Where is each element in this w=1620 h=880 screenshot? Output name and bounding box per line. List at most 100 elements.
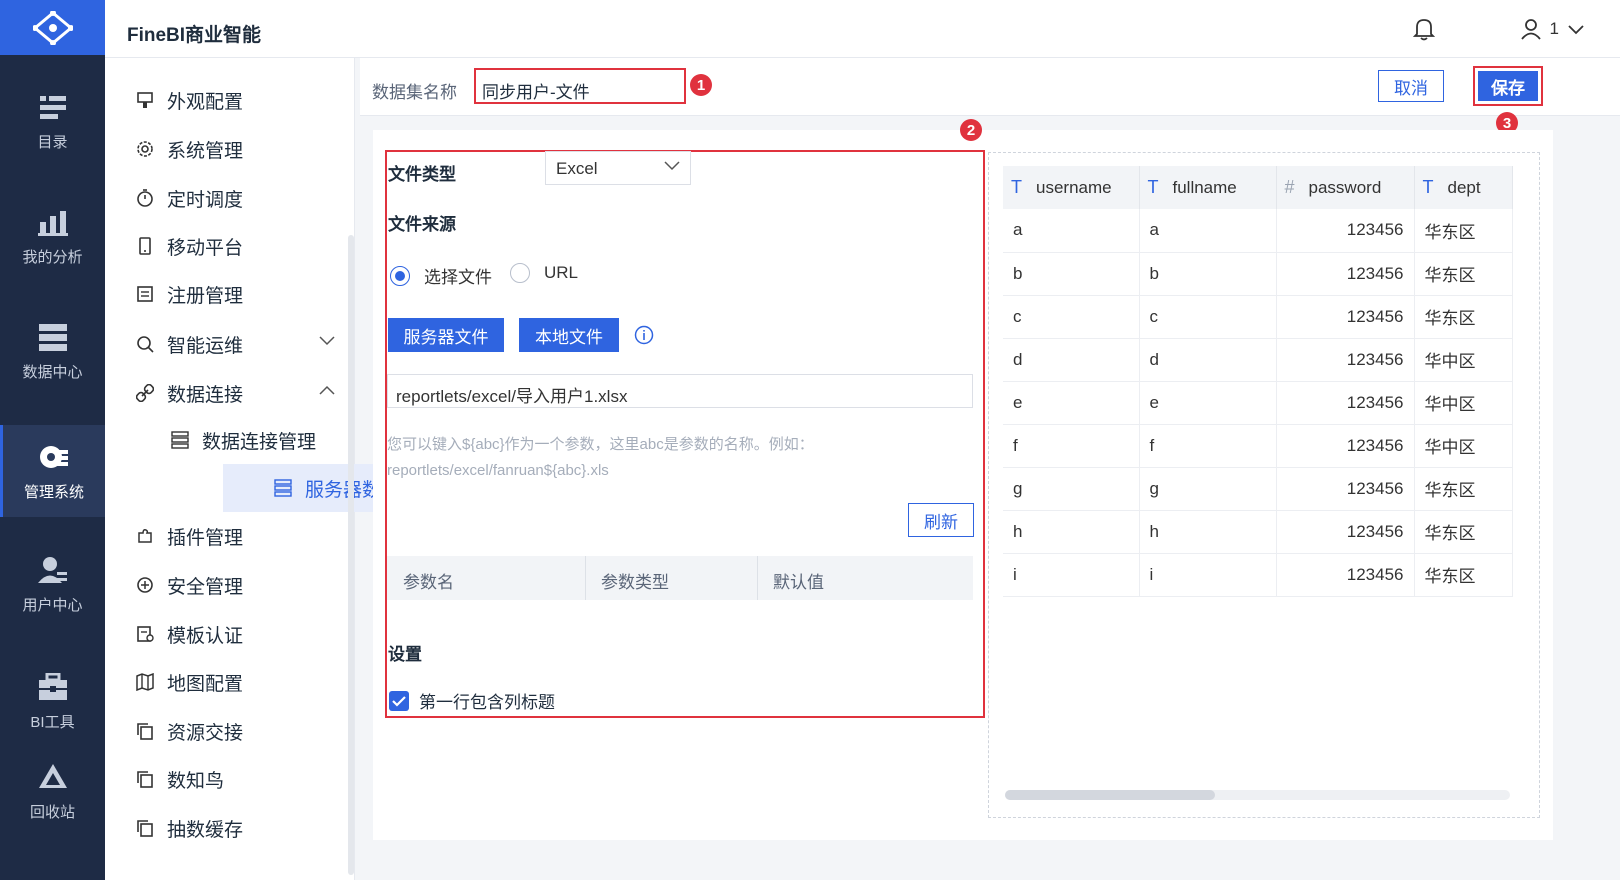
submenu-label: 系统管理 bbox=[167, 140, 244, 162]
finebi-logo[interactable] bbox=[0, 0, 105, 55]
certificate-icon bbox=[135, 624, 155, 644]
file-source-label: 文件来源 bbox=[388, 215, 456, 234]
notification-bell-icon[interactable] bbox=[1412, 17, 1436, 46]
number-type-icon: # bbox=[1284, 177, 1295, 197]
table-row[interactable]: f f 123456 华中区 bbox=[1003, 424, 1513, 468]
file-type-select[interactable]: Excel bbox=[545, 151, 691, 185]
file-path-input[interactable]: reportlets/excel/导入用户1.xlsx bbox=[387, 374, 973, 408]
table-cell-password: 123456 bbox=[1276, 510, 1415, 554]
cancel-button[interactable]: 取消 bbox=[1378, 70, 1444, 102]
table-cell-username: d bbox=[1003, 338, 1140, 382]
table-cell-fullname: g bbox=[1139, 467, 1277, 511]
table-cell-username: c bbox=[1003, 295, 1140, 339]
save-button[interactable]: 保存 bbox=[1478, 71, 1538, 101]
file-type-value: Excel bbox=[556, 159, 598, 178]
data-center-icon bbox=[37, 321, 69, 353]
nav-label: 回收站 bbox=[29, 803, 75, 821]
table-row[interactable]: a a 123456 华东区 bbox=[1003, 209, 1513, 253]
table-cell-dept: 华中区 bbox=[1414, 338, 1513, 382]
submenu-label: 智能运维 bbox=[167, 335, 244, 357]
save-button-highlight: 保存 bbox=[1473, 66, 1543, 106]
nav-label: 管理系统 bbox=[23, 483, 84, 501]
submenu-item-appearance[interactable]: 外观配置 bbox=[135, 80, 335, 120]
submenu-label: 安全管理 bbox=[167, 576, 244, 598]
submenu-label: 抽数缓存 bbox=[167, 819, 244, 841]
submenu-item-extract-cache[interactable]: 抽数缓存 bbox=[135, 808, 335, 848]
submenu-item-resource-handover[interactable]: 资源交接 bbox=[135, 711, 335, 751]
table-cell-fullname: h bbox=[1139, 510, 1277, 554]
param-header-type: 参数类型 bbox=[601, 573, 669, 592]
first-row-header-checkbox[interactable]: 第一行包含列标题 bbox=[389, 688, 555, 713]
nav-item-recycle-bin[interactable]: 回收站 bbox=[0, 745, 105, 837]
table-row[interactable]: e e 123456 华中区 bbox=[1003, 381, 1513, 425]
nav-item-data-center[interactable]: 数据中心 bbox=[0, 305, 105, 397]
table-cell-username: f bbox=[1003, 424, 1140, 468]
radio-label: 选择文件 bbox=[424, 268, 492, 287]
refresh-button[interactable]: 刷新 bbox=[908, 503, 974, 537]
table-row[interactable]: d d 123456 华中区 bbox=[1003, 338, 1513, 382]
table-row[interactable]: g g 123456 华东区 bbox=[1003, 467, 1513, 511]
database-icon bbox=[171, 431, 189, 449]
table-cell-dept: 华东区 bbox=[1414, 295, 1513, 339]
table-row[interactable]: b b 123456 华东区 bbox=[1003, 252, 1513, 296]
submenu-item-scheduling[interactable]: 定时调度 bbox=[135, 178, 335, 218]
table-row[interactable]: h h 123456 华东区 bbox=[1003, 510, 1513, 554]
scrollbar-thumb[interactable] bbox=[1005, 790, 1215, 800]
column-name: dept bbox=[1447, 178, 1481, 197]
info-icon[interactable] bbox=[634, 325, 654, 345]
radio-url[interactable]: URL bbox=[510, 263, 578, 283]
table-cell-dept: 华中区 bbox=[1414, 424, 1513, 468]
submenu-label: 地图配置 bbox=[167, 673, 244, 695]
column-name: username bbox=[1036, 178, 1112, 197]
submenu-label: 注册管理 bbox=[167, 285, 244, 307]
nav-item-management-system[interactable]: 管理系统 bbox=[0, 425, 105, 517]
submenu-item-template-certification[interactable]: 模板认证 bbox=[135, 614, 335, 654]
submenu-scrollbar[interactable] bbox=[348, 235, 354, 875]
nav-label: BI工具 bbox=[30, 713, 75, 731]
user-menu[interactable]: 1 bbox=[1520, 18, 1585, 40]
nav-item-my-analysis[interactable]: 我的分析 bbox=[0, 190, 105, 282]
table-row[interactable]: i i 123456 华东区 bbox=[1003, 553, 1513, 597]
top-bar: FineBI商业智能 1 bbox=[105, 0, 1620, 58]
management-submenu: 外观配置 系统管理 定时调度 移动平台 注册管理 智能运维 数据连接 数据连接管… bbox=[105, 58, 441, 880]
table-row[interactable]: c c 123456 华东区 bbox=[1003, 295, 1513, 339]
server-file-button[interactable]: 服务器文件 bbox=[388, 318, 504, 352]
table-cell-fullname: d bbox=[1139, 338, 1277, 382]
map-icon bbox=[135, 672, 155, 692]
chevron-down-icon bbox=[1568, 25, 1584, 35]
column-header-password[interactable]: # password bbox=[1276, 166, 1415, 209]
submenu-item-map-config[interactable]: 地图配置 bbox=[135, 662, 335, 702]
column-header-fullname[interactable]: Tfullname bbox=[1139, 166, 1277, 209]
nav-item-bi-tools[interactable]: BI工具 bbox=[0, 655, 105, 747]
submenu-item-registration[interactable]: 注册管理 bbox=[135, 274, 335, 314]
local-file-button[interactable]: 本地文件 bbox=[519, 318, 619, 352]
table-cell-password: 123456 bbox=[1276, 424, 1415, 468]
radio-choose-file[interactable]: 选择文件 bbox=[390, 263, 492, 288]
submenu-label: 外观配置 bbox=[167, 91, 244, 113]
table-cell-password: 123456 bbox=[1276, 381, 1415, 425]
submenu-item-data-connection[interactable]: 数据连接 bbox=[135, 373, 335, 413]
submenu-item-plugins[interactable]: 插件管理 bbox=[135, 516, 335, 556]
step-badge-1: 1 bbox=[690, 74, 712, 96]
table-cell-dept: 华东区 bbox=[1414, 510, 1513, 554]
nav-item-user-center[interactable]: 用户中心 bbox=[0, 538, 105, 630]
column-divider bbox=[757, 556, 758, 600]
submenu-item-system-management[interactable]: 系统管理 bbox=[135, 129, 335, 169]
submenu-item-smart-ops[interactable]: 智能运维 bbox=[135, 324, 335, 364]
column-divider bbox=[585, 556, 586, 600]
column-header-dept[interactable]: Tdept bbox=[1414, 166, 1513, 209]
param-header-default: 默认值 bbox=[773, 573, 824, 592]
preview-horizontal-scrollbar[interactable] bbox=[1005, 790, 1510, 800]
submenu-item-security[interactable]: 安全管理 bbox=[135, 565, 335, 605]
submenu-item-shuzhiniao[interactable]: 数知鸟 bbox=[135, 759, 335, 799]
dataset-name-input[interactable]: 同步用户-文件 bbox=[474, 68, 686, 104]
submenu-item-data-connection-management[interactable]: 数据连接管理 bbox=[170, 420, 350, 460]
column-header-username[interactable]: Tusername bbox=[1003, 166, 1140, 209]
table-cell-password: 123456 bbox=[1276, 252, 1415, 296]
table-cell-dept: 华东区 bbox=[1414, 553, 1513, 597]
hint-line-1: 您可以键入${abc}作为一个参数，这里abc是参数的名称。例如： bbox=[387, 436, 814, 453]
radio-unselected-icon bbox=[510, 263, 530, 283]
table-cell-password: 123456 bbox=[1276, 338, 1415, 382]
nav-item-catalog[interactable]: 目录 bbox=[0, 75, 105, 167]
submenu-item-mobile-platform[interactable]: 移动平台 bbox=[135, 226, 335, 266]
